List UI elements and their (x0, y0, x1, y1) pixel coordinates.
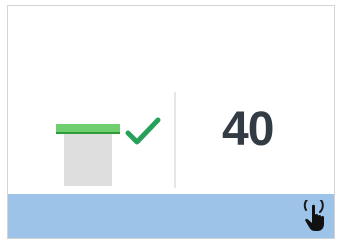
value-display: 40 (222, 103, 274, 156)
status-card: 40 (7, 5, 335, 239)
card-footer[interactable] (8, 194, 334, 238)
level-bar-body (64, 134, 112, 186)
touch-hand-icon[interactable] (302, 200, 328, 232)
check-icon (125, 117, 161, 145)
status-indicator (56, 116, 166, 191)
card-content: 40 (8, 6, 334, 196)
divider (174, 92, 176, 188)
